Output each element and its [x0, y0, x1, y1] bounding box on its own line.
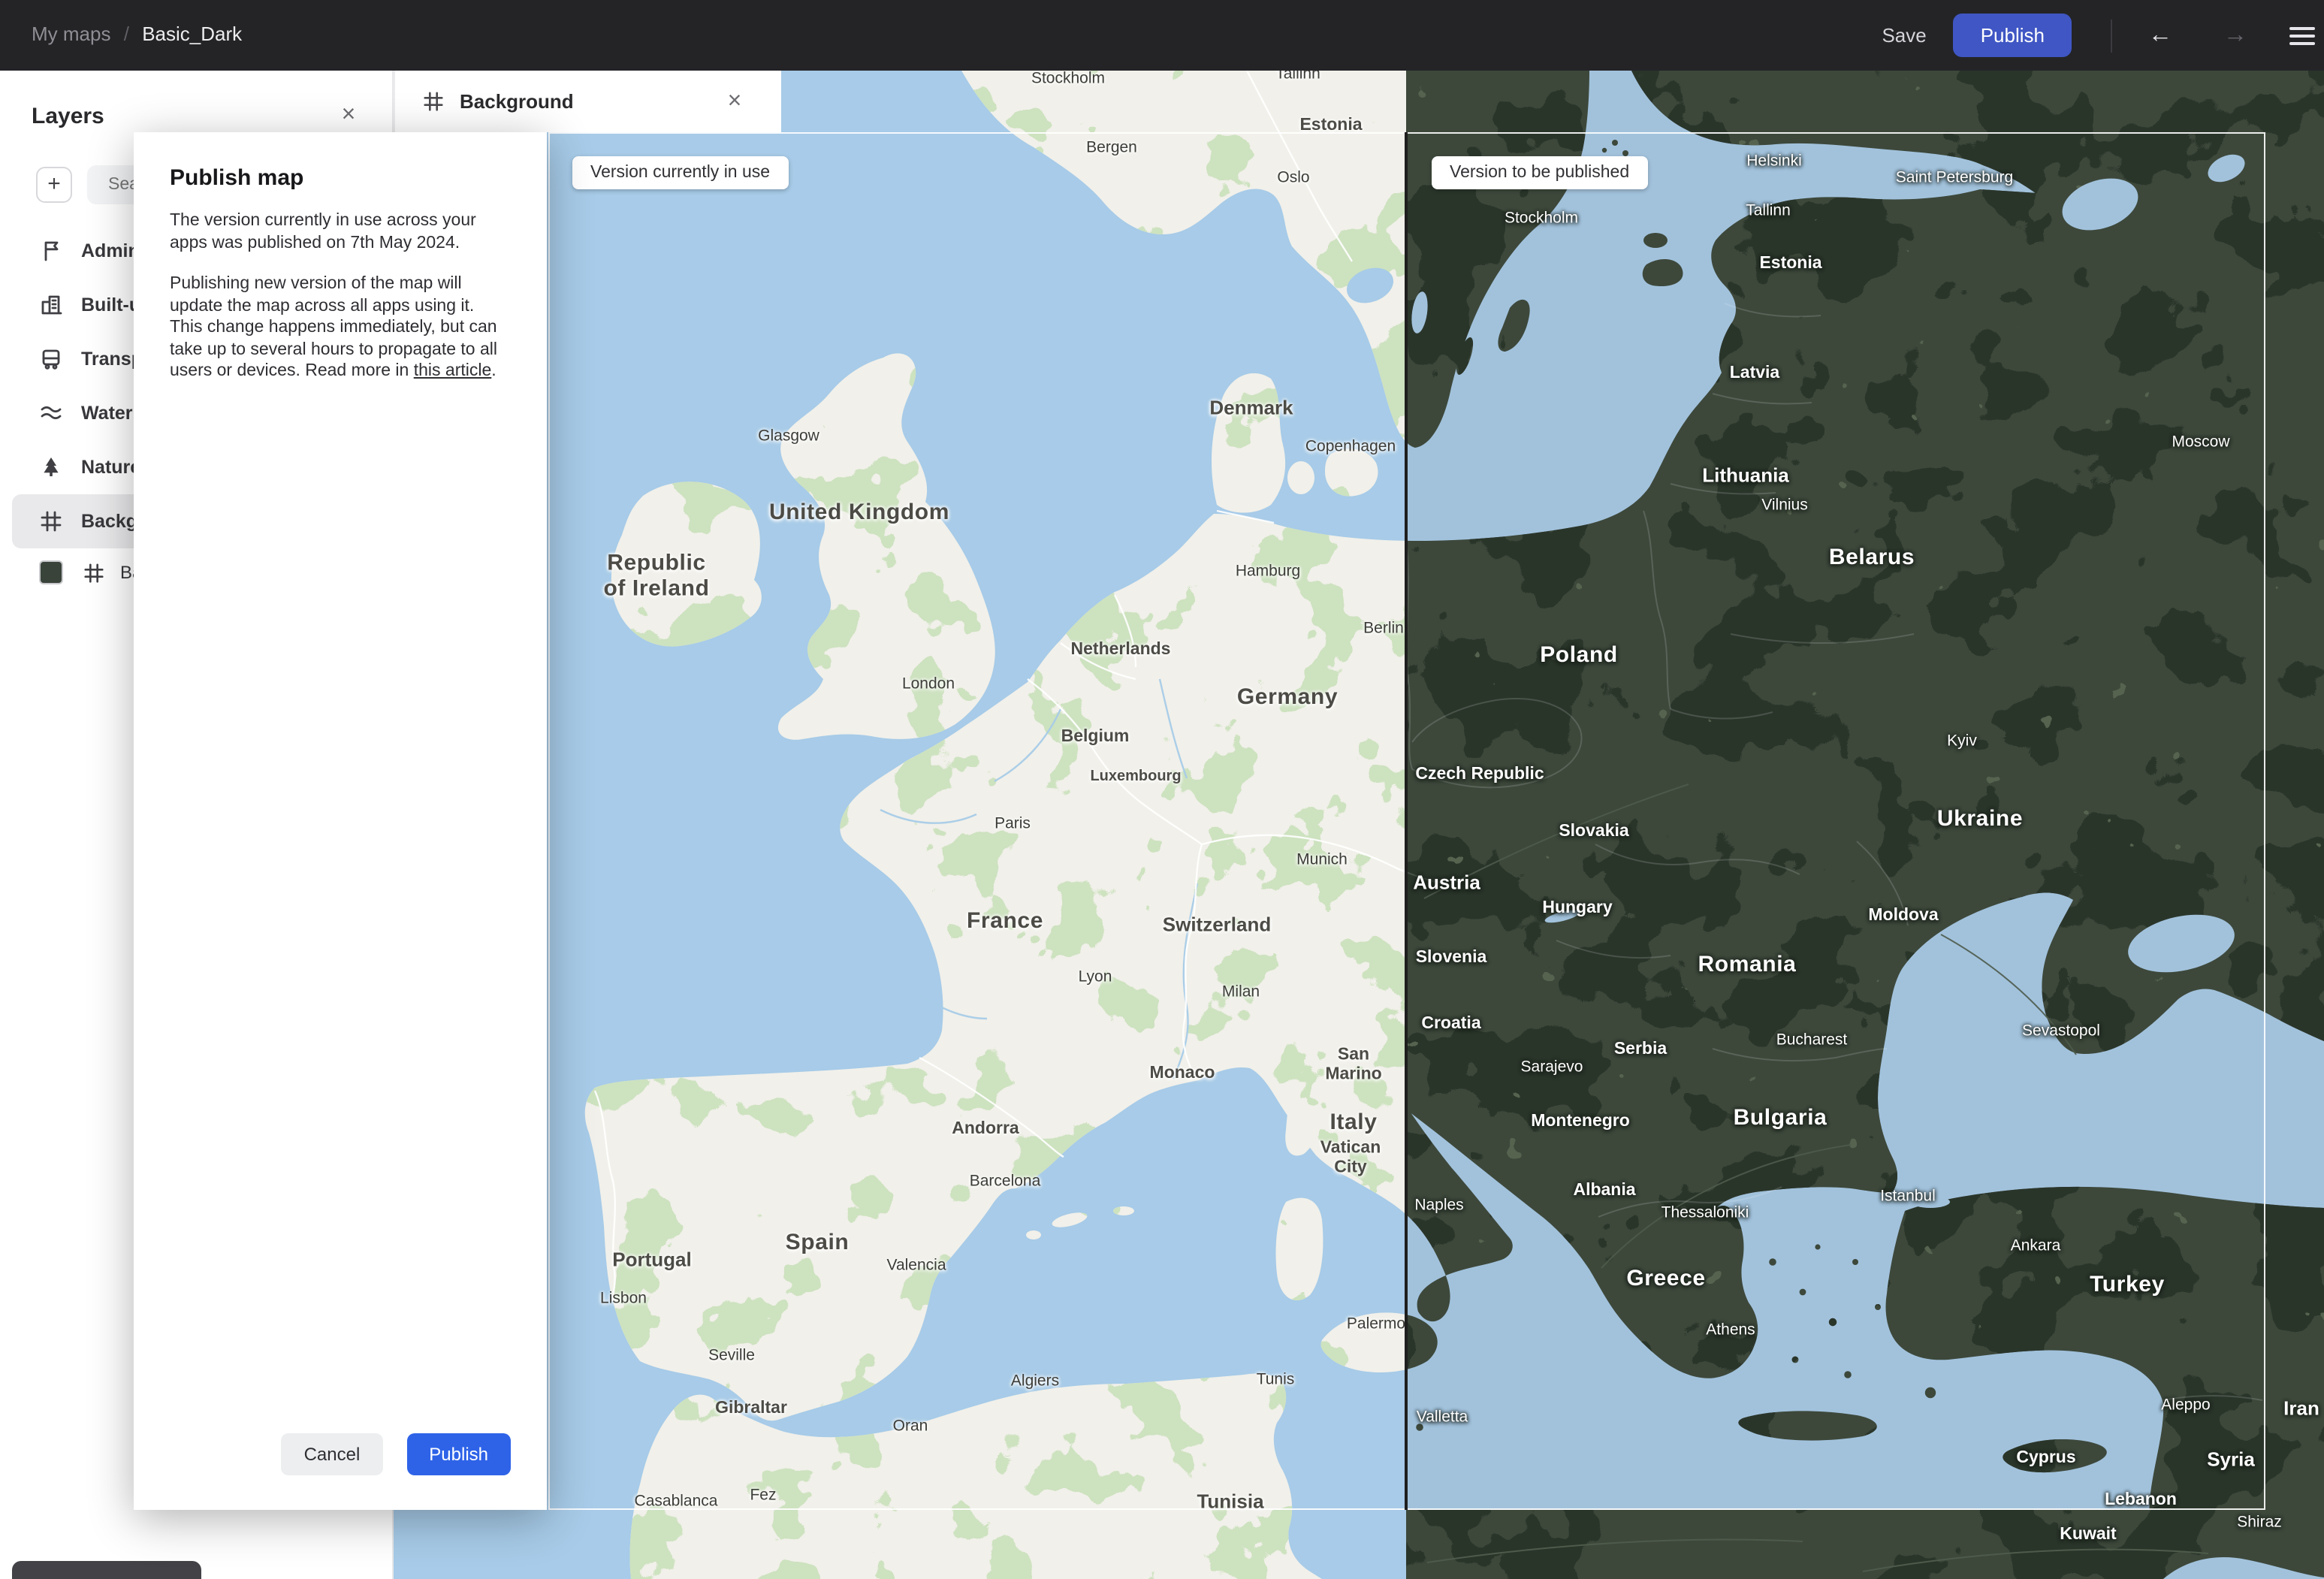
- breadcrumb-separator: /: [123, 23, 129, 45]
- compare-divider[interactable]: [1405, 132, 1408, 1510]
- bus-icon: [39, 347, 63, 371]
- forward-arrow-button[interactable]: →: [2211, 16, 2259, 55]
- cancel-button[interactable]: Cancel: [281, 1433, 383, 1475]
- buildings-icon: [39, 293, 63, 317]
- add-layer-button[interactable]: +: [36, 167, 72, 203]
- grid-icon: [422, 90, 445, 113]
- save-button[interactable]: Save: [1864, 12, 1944, 59]
- dialog-paragraph-1: The version currently in use across your…: [170, 212, 476, 252]
- toolbar-separator: [2111, 19, 2112, 52]
- dialog-publish-button[interactable]: Publish: [406, 1433, 511, 1475]
- sidebar-item-label: Nature: [81, 457, 141, 478]
- article-link[interactable]: this article: [414, 362, 492, 380]
- publish-button[interactable]: Publish: [1953, 14, 2072, 57]
- waves-icon: [39, 401, 63, 425]
- grid-icon: [83, 561, 105, 584]
- layer-color-swatch: [39, 560, 63, 584]
- dialog-title: Publish map: [170, 165, 304, 191]
- topbar: My maps / Basic_Dark Save Publish ← →: [0, 0, 2324, 71]
- dialog-actions: Cancel Publish: [281, 1433, 511, 1475]
- publish-map-dialog: Publish map The version currently in use…: [134, 132, 547, 1510]
- bottom-left-control[interactable]: [12, 1561, 201, 1579]
- tree-icon: [39, 455, 63, 479]
- layers-close-button[interactable]: ×: [332, 99, 365, 132]
- grid-icon: [39, 509, 63, 533]
- background-panel-title: Background: [460, 90, 574, 113]
- breadcrumb-map-name: Basic_Dark: [142, 23, 243, 45]
- sidebar-item-label: Water: [81, 403, 133, 424]
- menu-icon: [2289, 26, 2315, 44]
- version-current-badge: Version currently in use: [572, 156, 789, 189]
- dialog-paragraph-2: Publishing new version of the map will u…: [170, 273, 511, 382]
- background-panel: Background ×: [394, 71, 781, 132]
- background-panel-close-button[interactable]: ×: [718, 86, 751, 119]
- breadcrumb-my-maps[interactable]: My maps: [32, 23, 110, 45]
- back-arrow-button[interactable]: ←: [2136, 16, 2184, 55]
- version-published-badge: Version to be published: [1432, 156, 1648, 189]
- map-editor-app: Stockholm Tallinn Bergen Oslo Estonia Glasgow…: [0, 0, 2324, 1579]
- flag-icon: [39, 239, 63, 263]
- menu-button[interactable]: [2283, 13, 2321, 58]
- dialog-paragraph-2-end: .: [491, 362, 496, 380]
- breadcrumb: My maps / Basic_Dark: [32, 23, 242, 45]
- layers-title: Layers: [32, 104, 104, 129]
- topbar-actions: Save Publish ← →: [1864, 0, 2324, 71]
